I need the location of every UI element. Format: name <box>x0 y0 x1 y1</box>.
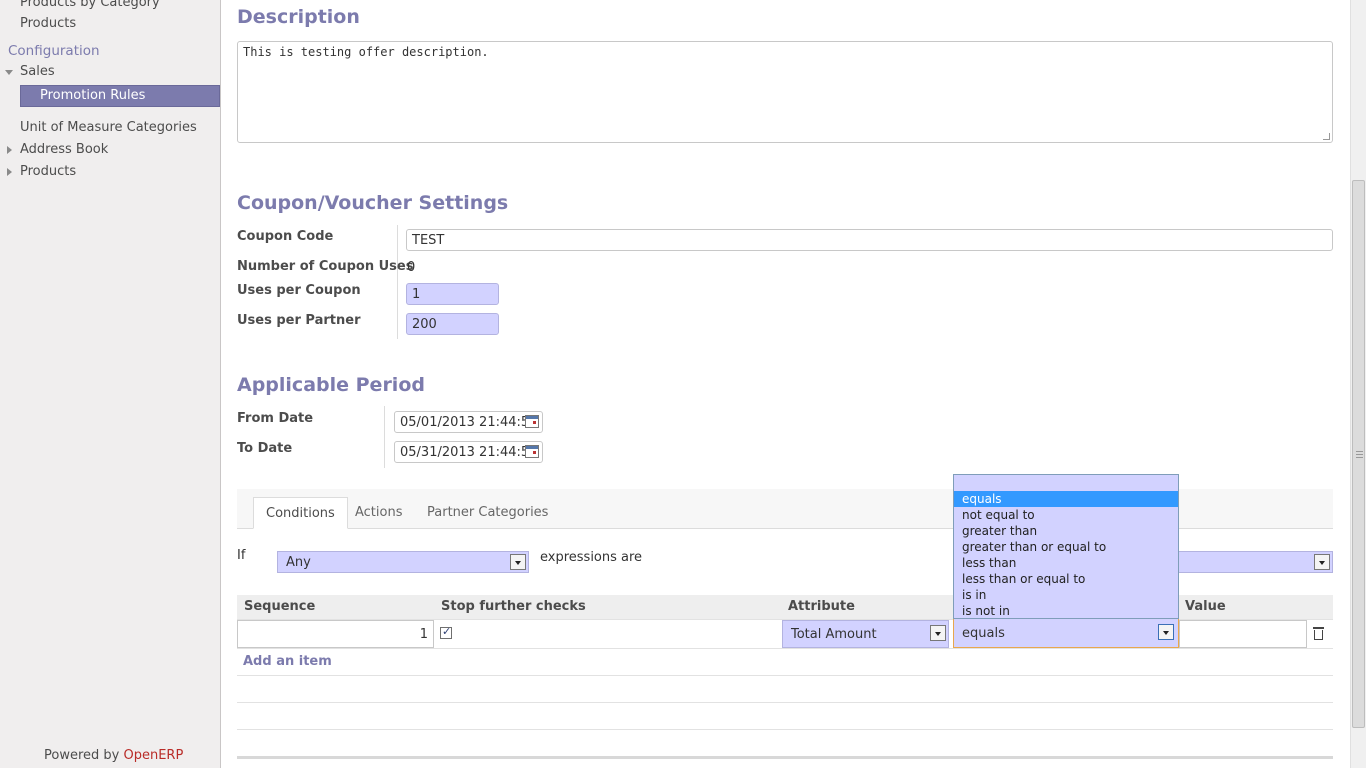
calendar-icon[interactable] <box>525 415 539 428</box>
chevron-down-icon[interactable] <box>930 625 946 641</box>
chevron-down-icon[interactable] <box>1314 554 1330 570</box>
sidebar: Products by Category Products Configurat… <box>0 0 221 768</box>
description-textarea[interactable]: This is testing offer description. <box>237 41 1333 143</box>
description-text: This is testing offer description. <box>243 45 489 59</box>
collapsed-arrow-icon[interactable] <box>7 168 12 176</box>
vertical-scrollbar[interactable] <box>1350 0 1366 768</box>
column-value[interactable]: Value <box>1185 599 1226 614</box>
dropdown-option-greater-than[interactable]: greater than <box>954 523 1178 539</box>
coupon-uses-label: Number of Coupon Uses <box>237 259 414 274</box>
grip-line <box>1356 451 1363 452</box>
dropdown-option-blank[interactable] <box>954 475 1178 491</box>
scrollbar-thumb[interactable] <box>1352 180 1365 728</box>
grid-divider <box>237 702 1333 703</box>
coupon-uses-value: 0 <box>407 260 416 275</box>
grip-line <box>1356 454 1363 455</box>
powered-by-label: Powered by <box>44 748 124 763</box>
column-stop-further-checks[interactable]: Stop further checks <box>441 599 586 614</box>
sidebar-item-products-config[interactable]: Products <box>20 164 76 179</box>
secondary-select[interactable] <box>1166 551 1333 573</box>
uses-per-coupon-input[interactable]: 1 <box>406 283 499 305</box>
openerp-link[interactable]: OpenERP <box>123 748 183 763</box>
if-label: If <box>237 548 246 563</box>
dropdown-option-less-than-or-equal-to[interactable]: less than or equal to <box>954 571 1178 587</box>
dropdown-option-is-not-in[interactable]: is not in <box>954 603 1178 619</box>
column-sequence[interactable]: Sequence <box>244 599 315 614</box>
coupon-code-label: Coupon Code <box>237 229 334 244</box>
dropdown-option-greater-than-or-equal-to[interactable]: greater than or equal to <box>954 539 1178 555</box>
sidebar-item-address-book[interactable]: Address Book <box>20 142 108 157</box>
field-divider <box>384 406 385 468</box>
sidebar-item-promotion-rules[interactable]: Promotion Rules <box>20 85 220 107</box>
grid-divider <box>237 675 1333 676</box>
chevron-down-icon[interactable] <box>1158 624 1174 640</box>
sidebar-item-products-by-category[interactable]: Products by Category <box>20 0 160 10</box>
coupon-settings-title: Coupon/Voucher Settings <box>237 192 509 214</box>
match-type-value: Any <box>286 555 311 570</box>
attribute-select[interactable]: Total Amount <box>782 620 949 648</box>
dropdown-option-less-than[interactable]: less than <box>954 555 1178 571</box>
from-date-label: From Date <box>237 411 314 426</box>
calendar-icon[interactable] <box>525 445 539 458</box>
tab-actions[interactable]: Actions <box>343 497 415 529</box>
tab-conditions[interactable]: Conditions <box>253 497 348 529</box>
tab-partner-categories[interactable]: Partner Categories <box>415 497 560 529</box>
uses-per-partner-input[interactable]: 200 <box>406 313 499 335</box>
to-date-label: To Date <box>237 441 293 456</box>
sidebar-item-sales[interactable]: Sales <box>20 64 55 79</box>
uses-per-coupon-label: Uses per Coupon <box>237 283 361 298</box>
to-date-value: 05/31/2013 21:44:55 <box>400 445 538 460</box>
dropdown-option-not-equal-to[interactable]: not equal to <box>954 507 1178 523</box>
sidebar-item-uom-categories[interactable]: Unit of Measure Categories <box>20 120 197 135</box>
column-attribute[interactable]: Attribute <box>788 599 855 614</box>
grid-divider <box>237 729 1333 730</box>
resize-handle-icon[interactable] <box>1323 133 1330 140</box>
from-date-value: 05/01/2013 21:44:51 <box>400 415 538 430</box>
applicable-period-title: Applicable Period <box>237 374 425 396</box>
field-divider <box>397 225 398 339</box>
dropdown-option-equals[interactable]: equals <box>954 491 1178 507</box>
grid-divider <box>237 648 1333 649</box>
add-item-link[interactable]: Add an item <box>243 654 332 669</box>
attribute-value: Total Amount <box>791 627 877 642</box>
comparator-value: equals <box>962 626 1005 641</box>
dropdown-option-is-in[interactable]: is in <box>954 587 1178 603</box>
expanded-arrow-icon[interactable] <box>5 70 13 75</box>
grid-footer <box>237 756 1333 759</box>
form-view: Description This is testing offer descri… <box>221 0 1350 768</box>
sidebar-item-products[interactable]: Products <box>20 16 76 31</box>
from-date-input[interactable]: 05/01/2013 21:44:51 <box>394 411 543 433</box>
value-input[interactable] <box>1179 620 1307 648</box>
uses-per-partner-label: Uses per Partner <box>237 313 361 328</box>
match-type-select[interactable]: Any <box>277 551 529 573</box>
trash-icon[interactable] <box>1313 627 1324 640</box>
chevron-down-icon[interactable] <box>510 554 526 570</box>
powered-by: Powered by OpenERP <box>44 748 183 763</box>
description-title: Description <box>237 6 360 28</box>
expressions-label: expressions are <box>540 550 643 565</box>
stop-checks-checkbox[interactable] <box>440 625 452 639</box>
collapsed-arrow-icon[interactable] <box>7 146 12 154</box>
comparator-select[interactable]: equals <box>953 618 1179 648</box>
to-date-input[interactable]: 05/31/2013 21:44:55 <box>394 441 543 463</box>
coupon-code-input[interactable]: TEST <box>406 229 1333 251</box>
sidebar-section-configuration: Configuration <box>8 43 100 59</box>
grip-line <box>1356 457 1363 458</box>
sequence-input[interactable]: 1 <box>237 620 434 648</box>
comparator-dropdown-list: equals not equal to greater than greater… <box>953 474 1179 619</box>
